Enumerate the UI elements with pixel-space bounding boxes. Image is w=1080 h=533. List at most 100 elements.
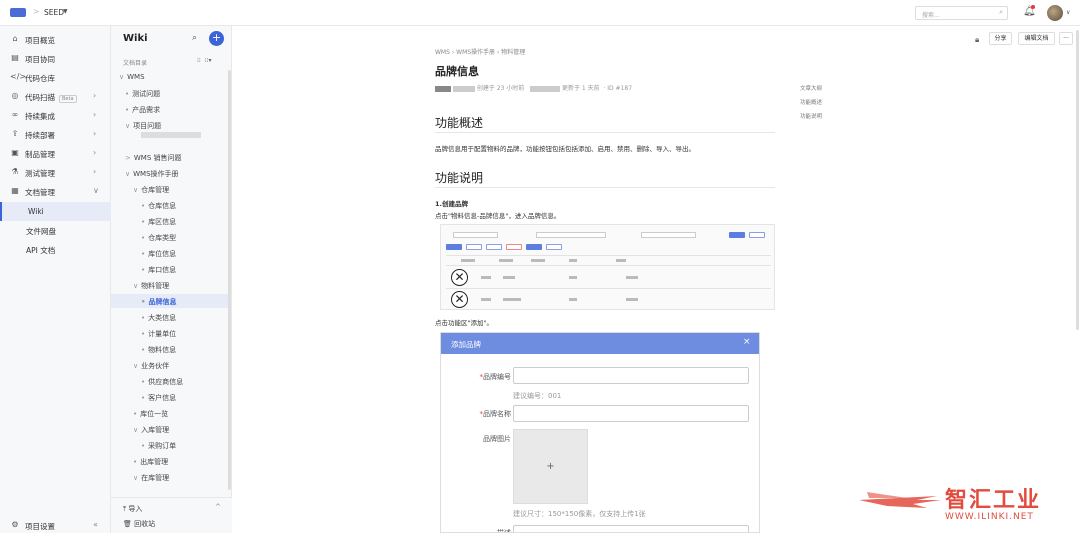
nav-label: 项目概览 xyxy=(25,36,55,45)
tree-node[interactable]: • 大类信息 xyxy=(111,310,229,324)
tree-node[interactable]: • 出库管理 xyxy=(111,454,229,468)
edit-doc-button[interactable]: 编辑文档 xyxy=(1018,32,1055,45)
main-scrollbar[interactable] xyxy=(1076,30,1079,330)
flask-icon: ⚗ xyxy=(11,167,19,176)
tree-node[interactable]: ∨ 入库管理 xyxy=(111,422,229,436)
nav-item-scan[interactable]: ◎ 代码扫描 Beta › xyxy=(0,87,111,106)
chevron-right-icon: › xyxy=(93,91,97,100)
breadcrumb[interactable]: WMS › WMS操作手册 › 物料管理 xyxy=(435,47,525,56)
mini-button xyxy=(466,244,482,250)
nav-subitem-wiki[interactable]: Wiki xyxy=(0,202,111,221)
tree-node[interactable]: ∨ 项目问题 xyxy=(111,118,229,138)
tree-node[interactable]: ∨ WMS xyxy=(111,70,229,84)
bullet-icon: • xyxy=(141,266,146,274)
nav-item-collab[interactable]: ▤ 项目协同 xyxy=(0,49,111,68)
share-button[interactable]: 分享 xyxy=(989,32,1012,45)
import-button[interactable]: ⤒ 导入 xyxy=(123,504,142,514)
tree-node[interactable]: ∨ WMS操作手册 xyxy=(111,166,229,180)
tree-node[interactable]: • 库位一览 xyxy=(111,406,229,420)
tree-scrollbar[interactable] xyxy=(228,70,231,490)
field-label: 描述 xyxy=(497,529,511,533)
toc-item[interactable]: 功能说明 xyxy=(800,112,822,120)
nav-item-testing[interactable]: ⚗ 测试管理 › xyxy=(0,163,111,182)
chevron-up-icon[interactable]: ^ xyxy=(215,503,221,511)
tree-node-text: 库口信息 xyxy=(148,266,177,274)
nav-label: 代码仓库 xyxy=(25,74,55,83)
avatar[interactable] xyxy=(1047,5,1063,21)
chevron-down-icon[interactable]: ∨ xyxy=(1066,9,1070,16)
redacted-author xyxy=(452,85,475,92)
tree-node[interactable]: ∨ 在库管理 xyxy=(111,470,229,484)
brand-code-field xyxy=(513,367,749,384)
nav-item-settings[interactable]: ⚙ 项目设置 « xyxy=(0,516,111,533)
tree-node[interactable]: • 计量单位 xyxy=(111,326,229,340)
nav-item-repo[interactable]: </> 代码仓库 xyxy=(0,68,111,87)
directory-label: 文档目录 xyxy=(123,60,148,67)
tree-node-label: > WMS 销售问题 xyxy=(125,153,182,163)
tree-node-label: • 测试问题 xyxy=(125,89,160,99)
chevron-down-icon: ∨ xyxy=(133,362,139,370)
field-label: *品牌名称 xyxy=(479,410,512,418)
add-doc-button[interactable]: + xyxy=(209,31,224,46)
search-icon[interactable]: ⌕ xyxy=(192,33,197,43)
tree-node-text: 品牌信息 xyxy=(148,298,177,306)
bullet-icon: • xyxy=(125,106,130,114)
meta-updated: 更新于 1 天前 xyxy=(561,85,600,92)
toc-item[interactable]: 功能概述 xyxy=(800,98,822,106)
image-upload-box: + xyxy=(513,429,588,504)
add-brand-modal-screenshot: 添加品牌 × *品牌编号 建议编号：001 *品牌名称 品牌图片 + 建议尺寸：… xyxy=(440,332,760,533)
tree-node[interactable]: • 库口信息 xyxy=(111,262,229,276)
search-icon: ⌕ xyxy=(999,8,1003,16)
app-logo[interactable] xyxy=(10,8,26,17)
nav-subitem-api-docs[interactable]: API 文档 xyxy=(0,240,111,259)
redacted-child-node[interactable] xyxy=(141,132,201,138)
doc-icon: ▦ xyxy=(11,186,19,195)
collapse-icon[interactable]: « xyxy=(93,520,98,529)
global-search-input[interactable]: 搜索... ⌕ xyxy=(915,6,1008,20)
nav-subitem-files[interactable]: 文件网盘 xyxy=(0,221,111,240)
tree-node[interactable]: • 仓库类型 xyxy=(111,230,229,244)
nav-item-cd[interactable]: ⇪ 持续部署 › xyxy=(0,125,111,144)
more-button[interactable]: ··· xyxy=(1059,32,1073,45)
lock-icon[interactable]: 🔒︎ xyxy=(975,35,979,45)
tree-node[interactable]: • 产品需求 xyxy=(111,102,229,116)
nav-item-ci[interactable]: ∞ 持续集成 › xyxy=(0,106,111,125)
project-name[interactable]: SEED xyxy=(44,8,64,17)
tree-node[interactable]: • 采购订单 xyxy=(111,438,229,452)
nav-item-docs[interactable]: ▦ 文档管理 ∨ xyxy=(0,182,111,201)
section-heading: 功能说明 xyxy=(435,171,484,185)
tree-node-text: 在库管理 xyxy=(141,474,170,482)
description-field xyxy=(513,525,749,532)
tree-node[interactable]: • 测试问题 xyxy=(111,86,229,100)
nav-item-overview[interactable]: ⌂ 项目概览 xyxy=(0,30,111,49)
watermark-logo: 智汇工业 WWW.ILINKI.NET xyxy=(857,482,1077,527)
tree-node[interactable]: ∨ 物料管理 xyxy=(111,278,229,292)
modal-header: 添加品牌 × xyxy=(441,333,759,354)
chevron-down-icon[interactable]: ▼ xyxy=(63,8,68,15)
tree-tools-icon[interactable]: ⁝⁝ ⁝⁝▾ xyxy=(197,57,211,64)
chevron-right-icon: > xyxy=(125,154,131,162)
tree-node[interactable]: • 物料信息 xyxy=(111,342,229,356)
trash-icon: 🗑︎ xyxy=(123,520,132,528)
tree-node[interactable]: ∨ 仓库管理 xyxy=(111,182,229,196)
tree-node-label: • 库区信息 xyxy=(141,217,176,227)
chevron-right-icon: › xyxy=(93,167,97,176)
recycle-bin-button[interactable]: 🗑︎ 回收站 xyxy=(123,519,155,529)
tree-node[interactable]: ∨ 业务伙伴 xyxy=(111,358,229,372)
scan-icon: ◎ xyxy=(11,91,19,100)
nav-label: 测试管理 xyxy=(25,169,55,178)
chevron-down-icon: ∨ xyxy=(93,186,99,195)
tree-node-text: 业务伙伴 xyxy=(141,362,170,370)
tree-node[interactable]: • 库区信息 xyxy=(111,214,229,228)
mini-cell xyxy=(569,259,577,262)
tree-node[interactable]: • 库位信息 xyxy=(111,246,229,260)
tree-node[interactable]: • 客户信息 xyxy=(111,390,229,404)
nav-item-artifacts[interactable]: ▣ 制品管理 › xyxy=(0,144,111,163)
tree-node[interactable]: • 供应商信息 xyxy=(111,374,229,388)
tree-node-text: 仓库信息 xyxy=(148,202,177,210)
tree-node[interactable]: > WMS 销售问题 xyxy=(111,150,229,164)
tree-node[interactable]: • 品牌信息 xyxy=(111,294,229,308)
tree-node[interactable]: • 仓库信息 xyxy=(111,198,229,212)
mini-cell xyxy=(481,298,491,301)
brand-url: WWW.ILINKI.NET xyxy=(945,512,1034,522)
